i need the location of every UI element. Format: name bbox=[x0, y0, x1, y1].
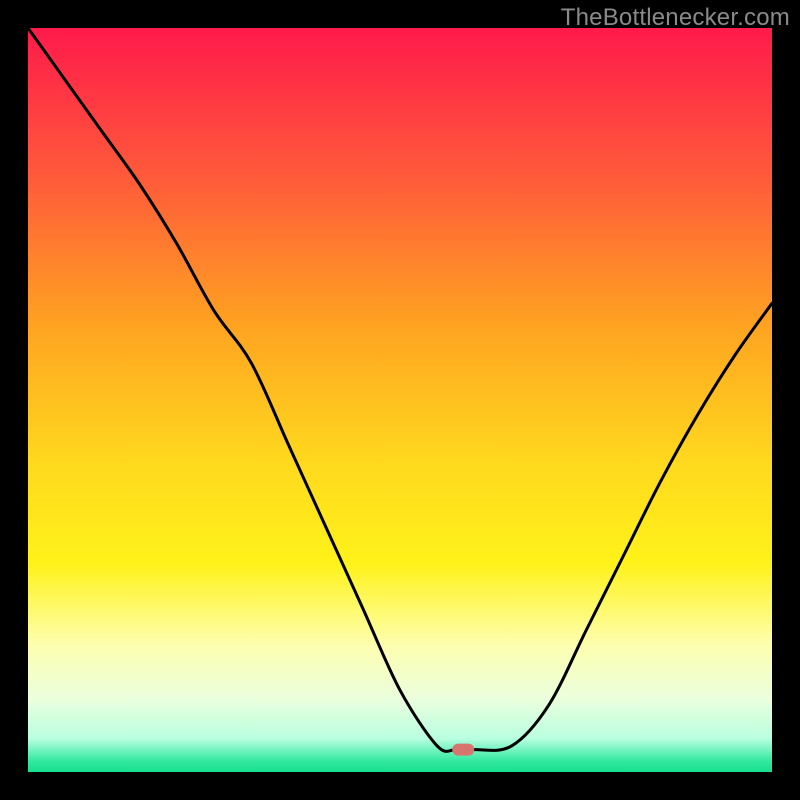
min-marker bbox=[452, 744, 474, 756]
plot-area bbox=[28, 28, 772, 772]
gradient-background bbox=[28, 28, 772, 772]
chart-svg bbox=[28, 28, 772, 772]
watermark-text: TheBottlenecker.com bbox=[561, 4, 790, 32]
chart-frame: TheBottlenecker.com bbox=[0, 0, 800, 800]
